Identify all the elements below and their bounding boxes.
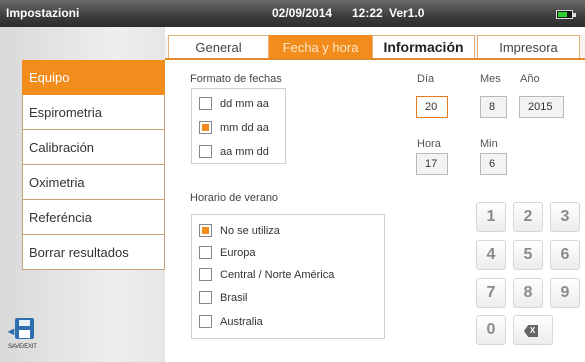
sidebar-item-referencia[interactable]: Referéncia: [22, 200, 165, 235]
option-label: Europa: [220, 246, 256, 259]
date-format-label: Formato de fechas: [190, 73, 282, 85]
option-label: Australia: [220, 315, 263, 328]
sidebar-item-borrar-resultados[interactable]: Borrar resultados: [22, 235, 165, 270]
backspace-key[interactable]: X: [513, 315, 553, 345]
checkbox[interactable]: [199, 291, 212, 304]
day-label: Día: [417, 73, 435, 85]
hour-label: Hora: [417, 138, 441, 150]
app-title: Impostazioni: [6, 6, 80, 20]
sidebar-item-espirometria[interactable]: Espirometria: [22, 95, 165, 130]
year-field[interactable]: 2015: [519, 96, 564, 118]
dst-option-no-se-utiliza[interactable]: No se utiliza: [199, 224, 280, 237]
key-0[interactable]: 0: [476, 315, 506, 345]
dst-option-europa[interactable]: Europa: [199, 246, 255, 259]
option-label: Central / Norte América: [220, 268, 335, 281]
arrow-left-icon: ◂: [8, 324, 15, 338]
tab-general[interactable]: General: [168, 35, 269, 58]
checkbox[interactable]: [199, 315, 212, 328]
checkbox[interactable]: [199, 145, 212, 158]
save-exit-label: SAVE/EXIT: [8, 344, 37, 350]
min-label: Min: [480, 138, 498, 150]
title-bar: Impostazioni 02/09/2014 12:22 Ver1.0: [0, 0, 585, 27]
option-label: dd mm aa: [220, 97, 269, 110]
date-format-option-aa-mm-dd[interactable]: aa mm dd: [199, 145, 269, 158]
key-5[interactable]: 5: [513, 240, 543, 270]
key-9[interactable]: 9: [550, 278, 580, 308]
date-format-option-dd-mm-aa[interactable]: dd mm aa: [199, 97, 269, 110]
backspace-icon: X: [524, 325, 538, 337]
key-8[interactable]: 8: [513, 278, 543, 308]
tab-bar: General Fecha y hora Información Impreso…: [165, 35, 585, 60]
tab-impresora[interactable]: Impresora: [477, 35, 580, 58]
hour-field[interactable]: 17: [416, 153, 448, 175]
save-exit-button[interactable]: ◂ SAVE/EXIT: [8, 315, 38, 355]
key-2[interactable]: 2: [513, 202, 543, 232]
year-label: Año: [520, 73, 540, 85]
key-7[interactable]: 7: [476, 278, 506, 308]
floppy-disk-icon: [15, 318, 34, 339]
dst-option-central-norte-america[interactable]: Central / Norte América: [199, 268, 334, 281]
checkbox[interactable]: [199, 268, 212, 281]
date-readout: 02/09/2014: [272, 6, 333, 20]
tab-informacion[interactable]: Información: [372, 35, 475, 58]
month-label: Mes: [480, 73, 501, 85]
month-field[interactable]: 8: [480, 96, 507, 118]
date-format-option-mm-dd-aa[interactable]: mm dd aa: [199, 121, 269, 134]
version-label: Ver1.0: [389, 6, 425, 20]
sidebar-item-calibracion[interactable]: Calibración: [22, 130, 165, 165]
option-label: No se utiliza: [220, 224, 280, 237]
checkbox[interactable]: [199, 246, 212, 259]
dst-label: Horario de verano: [190, 192, 279, 204]
key-3[interactable]: 3: [550, 202, 580, 232]
dst-option-brasil[interactable]: Brasil: [199, 291, 248, 304]
checkbox[interactable]: [199, 121, 212, 134]
key-1[interactable]: 1: [476, 202, 506, 232]
checkbox[interactable]: [199, 97, 212, 110]
time-readout: 12:22: [352, 6, 383, 20]
key-6[interactable]: 6: [550, 240, 580, 270]
option-label: mm dd aa: [220, 121, 269, 134]
sidebar-item-oximetria[interactable]: Oximetria: [22, 165, 165, 200]
min-field[interactable]: 6: [480, 153, 507, 175]
tab-fecha-y-hora[interactable]: Fecha y hora: [269, 35, 372, 58]
option-label: aa mm dd: [220, 145, 269, 158]
day-field[interactable]: 20: [416, 96, 448, 118]
option-label: Brasil: [220, 291, 248, 304]
sidebar-item-equipo[interactable]: Equipo: [22, 60, 165, 95]
key-4[interactable]: 4: [476, 240, 506, 270]
dst-option-australia[interactable]: Australia: [199, 315, 263, 328]
battery-icon: [556, 10, 576, 19]
checkbox[interactable]: [199, 224, 212, 237]
